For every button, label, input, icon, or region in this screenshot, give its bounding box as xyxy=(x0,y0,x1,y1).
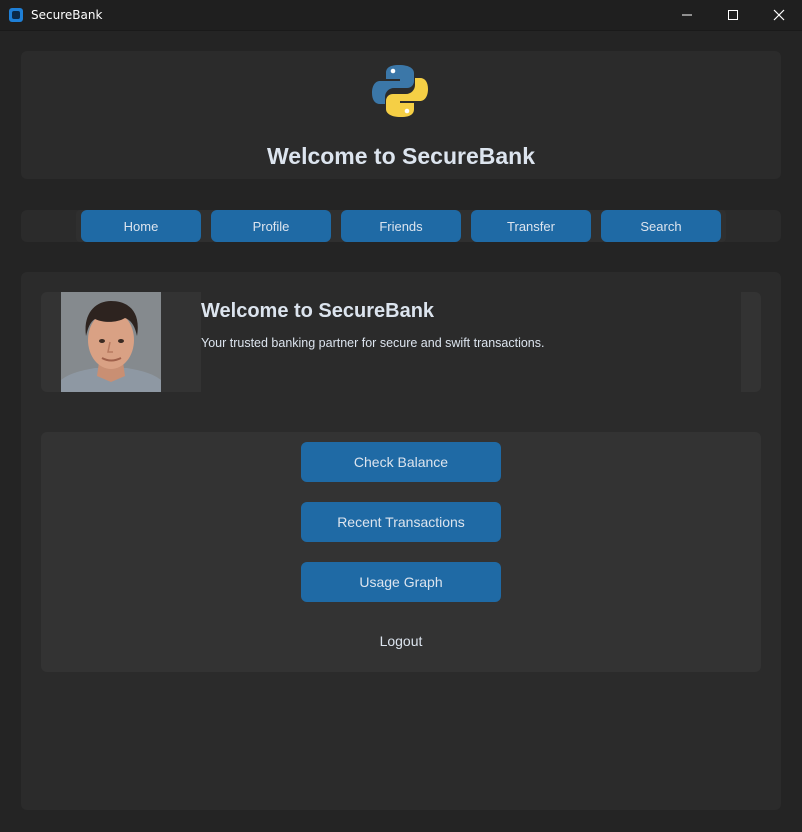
header-panel: Welcome to SecureBank xyxy=(21,51,781,179)
usage-graph-button[interactable]: Usage Graph xyxy=(301,562,501,602)
close-icon xyxy=(773,9,785,21)
maximize-button[interactable] xyxy=(710,0,756,30)
app-icon xyxy=(9,8,23,22)
actions-panel: Check Balance Recent Transactions Usage … xyxy=(41,432,761,672)
close-button[interactable] xyxy=(756,0,802,30)
nav-profile-button[interactable]: Profile xyxy=(211,210,331,242)
minimize-button[interactable] xyxy=(664,0,710,30)
python-logo-icon xyxy=(372,65,428,117)
recent-transactions-button[interactable]: Recent Transactions xyxy=(301,502,501,542)
nav-friends-button[interactable]: Friends xyxy=(341,210,461,242)
navigation-bar: Home Profile Friends Transfer Search xyxy=(21,210,781,242)
maximize-icon xyxy=(728,10,738,20)
logout-button[interactable]: Logout xyxy=(301,630,501,652)
main-panel: Welcome to SecureBank Your trusted banki… xyxy=(21,272,781,810)
nav-transfer-button[interactable]: Transfer xyxy=(471,210,591,242)
page-title: Welcome to SecureBank xyxy=(266,143,535,169)
window-title: SecureBank xyxy=(31,8,103,22)
welcome-card: Welcome to SecureBank Your trusted banki… xyxy=(41,292,761,392)
card-description: Your trusted banking partner for secure … xyxy=(201,336,545,350)
nav-home-button[interactable]: Home xyxy=(81,210,201,242)
title-bar: SecureBank xyxy=(0,0,802,31)
nav-search-button[interactable]: Search xyxy=(601,210,721,242)
avatar-photo-icon xyxy=(61,292,161,392)
avatar xyxy=(61,292,161,392)
card-title: Welcome to SecureBank xyxy=(201,300,435,322)
minimize-icon xyxy=(682,14,692,16)
check-balance-button[interactable]: Check Balance xyxy=(301,442,501,482)
